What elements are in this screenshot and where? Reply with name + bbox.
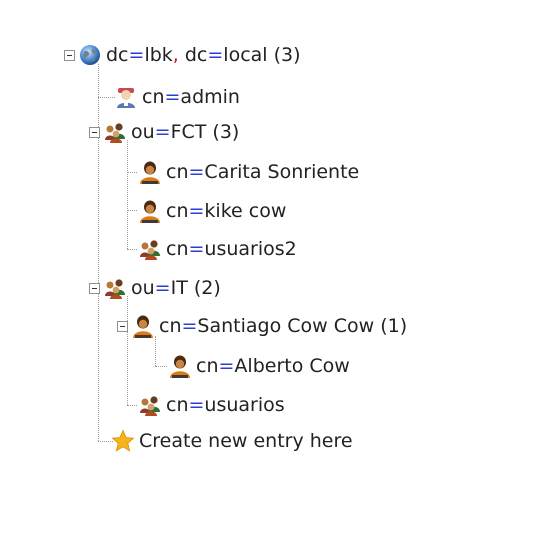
attr-value: FCT (3)	[170, 121, 240, 143]
equals-sign: =	[188, 161, 205, 183]
tree-node-usuarios2[interactable]: cn=usuarios2	[138, 234, 297, 264]
usuarios2-dn-link[interactable]: cn=usuarios2	[166, 238, 297, 260]
kike-dn-link[interactable]: cn=kike cow	[166, 200, 286, 222]
person-icon	[140, 161, 160, 184]
collapse-toggle[interactable]	[64, 49, 75, 61]
attr-name: cn	[196, 355, 219, 377]
create-new-entry[interactable]: Create new entry here	[111, 426, 353, 456]
ou-it-dn-link[interactable]: ou=IT (2)	[131, 277, 221, 299]
person-icon	[140, 200, 160, 223]
attr-name: cn	[166, 161, 189, 183]
collapse-toggle[interactable]	[89, 126, 100, 138]
tree-connector	[127, 210, 137, 211]
equals-sign: =	[218, 355, 235, 377]
tree-node-santiago[interactable]: cn=Santiago Cow Cow (1)	[117, 311, 407, 341]
tree-node-root[interactable]: dc=lbk, dc=local (3)	[64, 40, 301, 70]
globe-icon	[80, 45, 100, 65]
attr-value: usuarios2	[204, 238, 297, 260]
equals-sign: =	[154, 121, 171, 143]
attr-name: cn	[142, 86, 165, 108]
group-icon	[140, 240, 160, 260]
equals-sign: =	[128, 44, 145, 66]
santiago-dn-link[interactable]: cn=Santiago Cow Cow (1)	[159, 315, 407, 337]
tree-node-carita[interactable]: cn=Carita Sonriente	[138, 157, 359, 187]
attr-name: cn	[166, 394, 189, 416]
attr-value: kike cow	[204, 200, 287, 222]
attr-name: cn	[166, 238, 189, 260]
attr-name: cn	[166, 200, 189, 222]
attr-name: dc	[178, 44, 208, 66]
attr-value: lbk	[144, 44, 173, 66]
attr-value: local (3)	[223, 44, 301, 66]
tree-connector	[155, 366, 167, 367]
ou-fct-dn-link[interactable]: ou=FCT (3)	[131, 121, 239, 143]
attr-name: ou	[131, 277, 155, 299]
attr-value: Carita Sonriente	[204, 161, 360, 183]
root-dn-link[interactable]: dc=lbk, dc=local (3)	[106, 44, 301, 66]
attr-value: usuarios	[204, 394, 285, 416]
alberto-dn-link[interactable]: cn=Alberto Cow	[196, 355, 350, 377]
person-icon	[133, 315, 153, 338]
group-icon	[140, 396, 160, 416]
equals-sign: =	[188, 200, 205, 222]
organizational-unit-icon	[105, 279, 125, 299]
tree-connector	[127, 172, 137, 173]
attr-value: IT (2)	[170, 277, 221, 299]
tree-node-alberto[interactable]: cn=Alberto Cow	[168, 351, 350, 381]
equals-sign: =	[188, 238, 205, 260]
attr-value: Alberto Cow	[234, 355, 350, 377]
equals-sign: =	[164, 86, 181, 108]
usuarios-dn-link[interactable]: cn=usuarios	[166, 394, 285, 416]
tree-connector	[127, 140, 128, 249]
equals-sign: =	[188, 394, 205, 416]
person-icon	[170, 355, 190, 378]
tree-node-admin[interactable]: cn=admin	[114, 82, 240, 112]
tree-node-ou-it[interactable]: ou=IT (2)	[89, 273, 221, 303]
attr-value: admin	[180, 86, 240, 108]
create-new-entry-link[interactable]: Create new entry here	[139, 430, 353, 452]
attr-name: dc	[106, 44, 129, 66]
star-icon	[111, 429, 135, 452]
ldap-tree: dc=lbk, dc=local (3) cn=admin ou=FCT (3)	[0, 0, 547, 559]
collapse-toggle[interactable]	[89, 282, 100, 294]
organizational-unit-icon	[105, 123, 125, 143]
attr-name: ou	[131, 121, 155, 143]
carita-dn-link[interactable]: cn=Carita Sonriente	[166, 161, 359, 183]
attr-value: Santiago Cow Cow (1)	[197, 315, 408, 337]
admin-user-icon	[117, 88, 135, 108]
tree-connector	[98, 97, 115, 98]
equals-sign: =	[154, 277, 171, 299]
tree-connector	[127, 405, 137, 406]
tree-node-ou-fct[interactable]: ou=FCT (3)	[89, 117, 239, 147]
tree-node-usuarios[interactable]: cn=usuarios	[138, 390, 285, 420]
attr-name: cn	[159, 315, 182, 337]
tree-node-kike[interactable]: cn=kike cow	[138, 196, 286, 226]
collapse-toggle[interactable]	[117, 320, 128, 332]
tree-connector	[127, 249, 137, 250]
equals-sign: =	[181, 315, 198, 337]
equals-sign: =	[207, 44, 224, 66]
admin-dn-link[interactable]: cn=admin	[142, 86, 240, 108]
